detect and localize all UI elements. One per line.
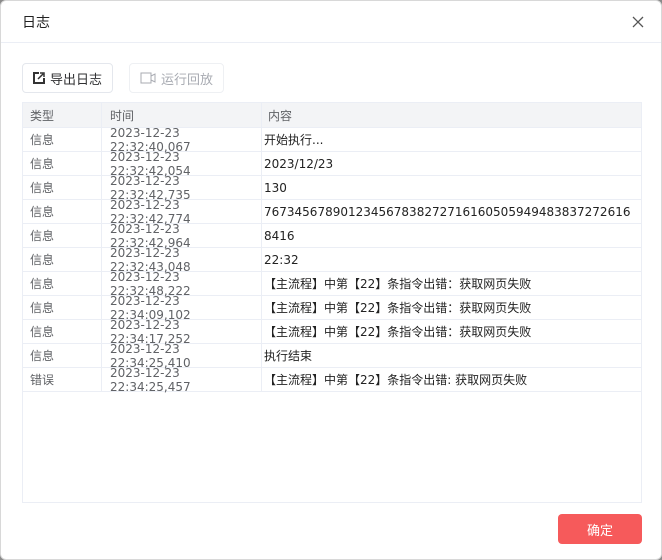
confirm-button[interactable]: 确定	[558, 514, 642, 544]
cell-time: 2023-12-23 22:32:42,774	[102, 198, 262, 226]
cell-content: 【主流程】中第【22】条指令出错：获取网页失败	[264, 277, 532, 291]
cell-content: 【主流程】中第【22】条指令出错: 获取网页失败	[264, 373, 528, 387]
column-type: 类型	[23, 103, 102, 127]
export-log-label: 导出日志	[50, 72, 103, 88]
cell-time: 2023-12-23 22:32:40,067	[102, 126, 262, 154]
cell-time: 2023-12-23 22:32:48,222	[102, 270, 262, 298]
cell-time: 2023-12-23 22:32:42,735	[102, 174, 262, 202]
cell-content: 【主流程】中第【22】条指令出错：获取网页失败	[264, 301, 532, 315]
cell-time: 2023-12-23 22:32:43,048	[102, 246, 262, 274]
table-header: 类型 时间 内容	[23, 103, 641, 128]
cell-content: 8416	[264, 228, 295, 243]
log-dialog: 日志 导出日志 运行回放 类型 时间 内容 信息 2023-12-23 22:32…	[0, 0, 662, 560]
cell-type: 信息	[23, 248, 102, 271]
cell-content: 【主流程】中第【22】条指令出错：获取网页失败	[264, 325, 532, 339]
table-body: 信息 2023-12-23 22:32:40,067 开始执行... 信息 2023-1…	[23, 126, 641, 394]
cell-type: 信息	[23, 344, 102, 367]
cell-time: 2023-12-23 22:32:42,054	[102, 150, 262, 178]
cell-type: 信息	[23, 152, 102, 175]
log-table: 类型 时间 内容 信息 2023-12-23 22:32:40,067 开始执行..…	[22, 102, 642, 503]
cell-content: 开始执行...	[264, 133, 324, 147]
dialog-title: 日志	[22, 14, 50, 31]
export-log-button[interactable]: 导出日志	[22, 63, 114, 93]
cell-type: 信息	[23, 296, 102, 319]
cell-content: 130	[264, 180, 287, 195]
cell-content: 执行结束	[264, 349, 313, 363]
export-icon	[33, 72, 45, 84]
replay-button[interactable]: 运行回放	[129, 63, 225, 93]
cell-type: 信息	[23, 176, 102, 199]
table-row[interactable]: 错误 2023-12-23 22:34:25,457 【主流程】中第【22】条指令出…	[23, 366, 641, 394]
table-row[interactable]: 信息 2023-12-23 22:32:42,964 8416	[23, 222, 641, 250]
cell-content: 2023/12/23	[264, 156, 334, 171]
cell-time: 2023-12-23 22:34:25,410	[102, 342, 262, 370]
table-row[interactable]: 信息 2023-12-23 22:32:42,735 130	[23, 174, 641, 202]
table-row[interactable]: 信息 2023-12-23 22:32:40,067 开始执行...	[23, 126, 641, 154]
close-icon[interactable]	[629, 13, 647, 31]
cell-type: 信息	[23, 200, 102, 223]
cell-type: 信息	[23, 128, 102, 151]
cell-time: 2023-12-23 22:32:42,964	[102, 222, 262, 250]
cell-type: 信息	[23, 272, 102, 295]
cell-type: 信息	[23, 224, 102, 247]
video-icon	[140, 72, 156, 84]
table-row[interactable]: 信息 2023-12-23 22:32:48,222 【主流程】中第【22】条指令出…	[23, 270, 641, 298]
cell-time: 2023-12-23 22:34:09,102	[102, 294, 262, 322]
cell-type: 信息	[23, 320, 102, 343]
replay-label: 运行回放	[161, 72, 214, 88]
table-row[interactable]: 信息 2023-12-23 22:34:17,252 【主流程】中第【22】条指令出…	[23, 318, 641, 346]
column-time: 时间	[102, 103, 262, 127]
cell-content: 7673456789012345678382727161605059494838…	[264, 204, 631, 219]
cell-type: 错误	[23, 368, 102, 391]
table-row[interactable]: 信息 2023-12-23 22:32:43,048 22:32	[23, 246, 641, 274]
dialog-header: 日志	[1, 1, 661, 43]
table-row[interactable]: 信息 2023-12-23 22:32:42,054 2023/12/23	[23, 150, 641, 178]
table-row[interactable]: 信息 2023-12-23 22:34:09,102 【主流程】中第【22】条指令出…	[23, 294, 641, 322]
cell-content: 22:32	[264, 252, 299, 267]
table-row[interactable]: 信息 2023-12-23 22:34:25,410 执行结束	[23, 342, 641, 370]
cell-time: 2023-12-23 22:34:17,252	[102, 318, 262, 346]
column-content: 内容	[268, 108, 293, 123]
toolbar: 导出日志 运行回放	[22, 63, 225, 93]
table-row[interactable]: 信息 2023-12-23 22:32:42,774 767345678901234…	[23, 198, 641, 226]
cell-time: 2023-12-23 22:34:25,457	[102, 366, 262, 394]
